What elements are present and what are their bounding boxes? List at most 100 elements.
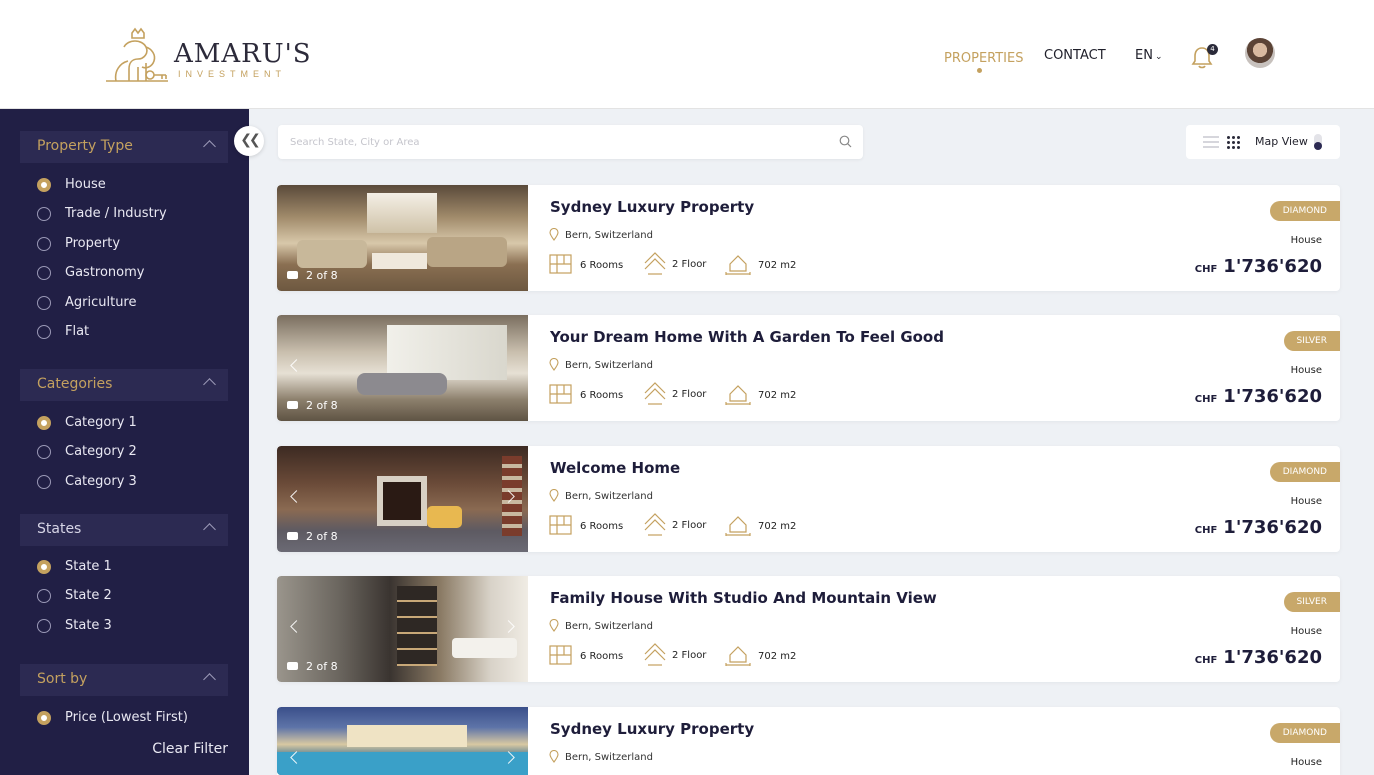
listing-location: Bern, Switzerland	[565, 360, 653, 371]
photo-count-text: 2 of 8	[306, 269, 338, 282]
option-label: State 1	[65, 559, 112, 574]
radio-category-3[interactable]	[37, 475, 51, 489]
photo-count: 2 of 8	[287, 269, 338, 282]
option-label: Category 3	[65, 474, 137, 489]
filter-sidebar: Property Type House Trade / Industry Pro…	[0, 109, 249, 775]
radio-trade-industry[interactable]	[37, 207, 51, 221]
states-header[interactable]: States	[20, 514, 228, 546]
rooms-icon	[549, 515, 572, 535]
option-label: Trade / Industry	[65, 206, 167, 221]
radio-agriculture[interactable]	[37, 296, 51, 310]
listing-location: Bern, Switzerland	[565, 621, 653, 632]
listing-type: House	[1290, 496, 1322, 507]
list-view-icon[interactable]	[1203, 136, 1219, 148]
radio-category-1[interactable]	[37, 416, 51, 430]
radio-property[interactable]	[37, 237, 51, 251]
armchair-shape	[427, 506, 462, 528]
search-input[interactable]	[290, 134, 830, 150]
photo-count: 2 of 8	[287, 530, 338, 543]
listing-photo[interactable]: 2 of 8	[277, 185, 528, 291]
nav-properties[interactable]: PROPERTIES	[944, 51, 1024, 66]
radio-state-1[interactable]	[37, 560, 51, 574]
categories-title: Categories	[37, 376, 113, 392]
floor-icon	[644, 382, 666, 405]
price-amount: 1'736'620	[1223, 386, 1322, 407]
radio-state-2[interactable]	[37, 589, 51, 603]
floor-icon	[644, 252, 666, 275]
user-avatar[interactable]	[1245, 38, 1275, 68]
photo-count: 2 of 8	[287, 660, 338, 673]
brand-logo[interactable]: AMARU'S INVESTMENT	[102, 27, 312, 85]
brand-name: AMARU'S	[174, 39, 312, 69]
rooms-icon	[549, 254, 572, 274]
listing-title[interactable]: Sydney Luxury Property	[550, 198, 754, 216]
chevron-up-icon	[203, 140, 216, 153]
chevron-left-icon[interactable]	[290, 620, 303, 633]
photo-count-text: 2 of 8	[306, 399, 338, 412]
nav-contact[interactable]: CONTACT	[1044, 48, 1106, 63]
property-type-header[interactable]: Property Type	[20, 131, 228, 163]
option-label: State 2	[65, 588, 112, 603]
location-pin-icon	[549, 358, 559, 371]
option-label: Price (Lowest First)	[65, 710, 188, 725]
listing-type: House	[1290, 235, 1322, 246]
bathtub-shape	[452, 638, 517, 658]
option-label: Category 2	[65, 444, 137, 459]
chevron-left-icon[interactable]	[290, 490, 303, 503]
chevron-up-icon	[203, 523, 216, 536]
chevron-left-icon[interactable]	[290, 359, 303, 372]
listing-photo[interactable]: 2 of 8	[277, 446, 528, 552]
camera-icon	[287, 271, 298, 279]
tier-badge: SILVER	[1283, 331, 1340, 351]
listing-photo[interactable]: 2 of 8	[277, 315, 528, 421]
radio-price-lowest-first[interactable]	[37, 711, 51, 725]
listing-floor: 2 Floor	[672, 259, 707, 270]
chevron-right-icon[interactable]	[502, 620, 515, 633]
option-label: State 3	[65, 618, 112, 633]
location-pin-icon	[549, 489, 559, 502]
window-light	[367, 193, 437, 233]
sofa-shape	[357, 373, 447, 395]
listing-area: 702 m2	[758, 260, 797, 271]
location-pin-icon	[549, 750, 559, 763]
radio-house[interactable]	[37, 178, 51, 192]
radio-category-2[interactable]	[37, 445, 51, 459]
collapse-sidebar-button[interactable]: ❮❮	[234, 126, 264, 156]
camera-icon	[287, 401, 298, 409]
fireplace-shape	[377, 476, 427, 526]
listing-title[interactable]: Your Dream Home With A Garden To Feel Go…	[550, 328, 944, 346]
listing-card[interactable]: Sydney Luxury Property Bern, Switzerland…	[277, 707, 1340, 775]
listing-location: Bern, Switzerland	[565, 752, 653, 763]
pool-shape	[277, 752, 528, 775]
notification-badge: 4	[1207, 44, 1218, 55]
listing-title[interactable]: Welcome Home	[550, 459, 680, 477]
listing-photo[interactable]	[277, 707, 528, 775]
listing-card[interactable]: 2 of 8 Family House With Studio And Moun…	[277, 576, 1340, 682]
listing-card[interactable]: 2 of 8 Your Dream Home With A Garden To …	[277, 315, 1340, 421]
listing-title[interactable]: Sydney Luxury Property	[550, 720, 754, 738]
radio-state-3[interactable]	[37, 619, 51, 633]
listing-title[interactable]: Family House With Studio And Mountain Vi…	[550, 589, 937, 607]
price-currency: CHF	[1194, 655, 1218, 666]
tier-badge: DIAMOND	[1269, 201, 1340, 221]
listing-card[interactable]: 2 of 8 Welcome Home Bern, Switzerland 6 …	[277, 446, 1340, 552]
categories-header[interactable]: Categories	[20, 369, 228, 401]
listing-photo[interactable]: 2 of 8	[277, 576, 528, 682]
listing-rooms: 6 Rooms	[580, 390, 624, 401]
language-selector[interactable]: EN ⌄	[1135, 48, 1163, 63]
photo-count-text: 2 of 8	[306, 530, 338, 543]
price-amount: 1'736'620	[1223, 647, 1322, 668]
grid-view-icon[interactable]	[1227, 136, 1240, 149]
area-icon	[725, 255, 751, 275]
clear-filter-button[interactable]: Clear Filter	[152, 741, 228, 757]
option-label: Agriculture	[65, 295, 137, 310]
radio-flat[interactable]	[37, 325, 51, 339]
radio-gastronomy[interactable]	[37, 266, 51, 280]
sort-by-header[interactable]: Sort by	[20, 664, 228, 696]
listing-card[interactable]: 2 of 8 Sydney Luxury Property Bern, Swit…	[277, 185, 1340, 291]
view-controls: Map View	[1186, 125, 1340, 159]
listing-location: Bern, Switzerland	[565, 491, 653, 502]
map-view-toggle[interactable]	[1314, 134, 1322, 150]
listing-rooms: 6 Rooms	[580, 260, 624, 271]
search-icon[interactable]	[839, 135, 852, 148]
